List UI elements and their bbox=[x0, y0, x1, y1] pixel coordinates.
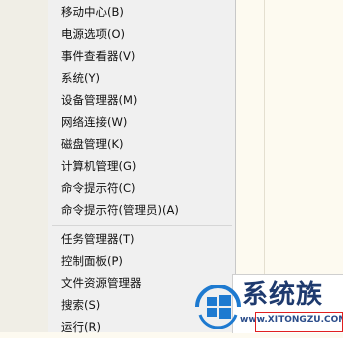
menu-item-event-viewer[interactable]: 事件查看器(V) bbox=[48, 45, 235, 67]
menu-item-control-panel[interactable]: 控制面板(P) bbox=[48, 250, 235, 272]
menu-separator bbox=[52, 225, 232, 226]
menu-item-power-options[interactable]: 电源选项(O) bbox=[48, 23, 235, 45]
winx-context-menu: 移动中心(B) 电源选项(O) 事件查看器(V) 系统(Y) 设备管理器(M) … bbox=[48, 0, 236, 334]
menu-item-command-prompt[interactable]: 命令提示符(C) bbox=[48, 177, 235, 199]
desktop-left-strip bbox=[0, 0, 48, 332]
menu-item-command-prompt-admin[interactable]: 命令提示符(管理员)(A) bbox=[48, 199, 235, 221]
windows-logo-icon bbox=[194, 284, 242, 330]
menu-item-system[interactable]: 系统(Y) bbox=[48, 67, 235, 89]
menu-item-disk-management[interactable]: 磁盘管理(K) bbox=[48, 133, 235, 155]
menu-item-task-manager[interactable]: 任务管理器(T) bbox=[48, 228, 235, 250]
menu-item-mobility-center[interactable]: 移动中心(B) bbox=[48, 1, 235, 23]
menu-item-device-manager[interactable]: 设备管理器(M) bbox=[48, 89, 235, 111]
menu-item-network-connections[interactable]: 网络连接(W) bbox=[48, 111, 235, 133]
watermark-title: 系统族 bbox=[242, 280, 324, 310]
highlight-box bbox=[255, 312, 343, 332]
window-edge bbox=[264, 0, 265, 276]
menu-item-computer-management[interactable]: 计算机管理(G) bbox=[48, 155, 235, 177]
